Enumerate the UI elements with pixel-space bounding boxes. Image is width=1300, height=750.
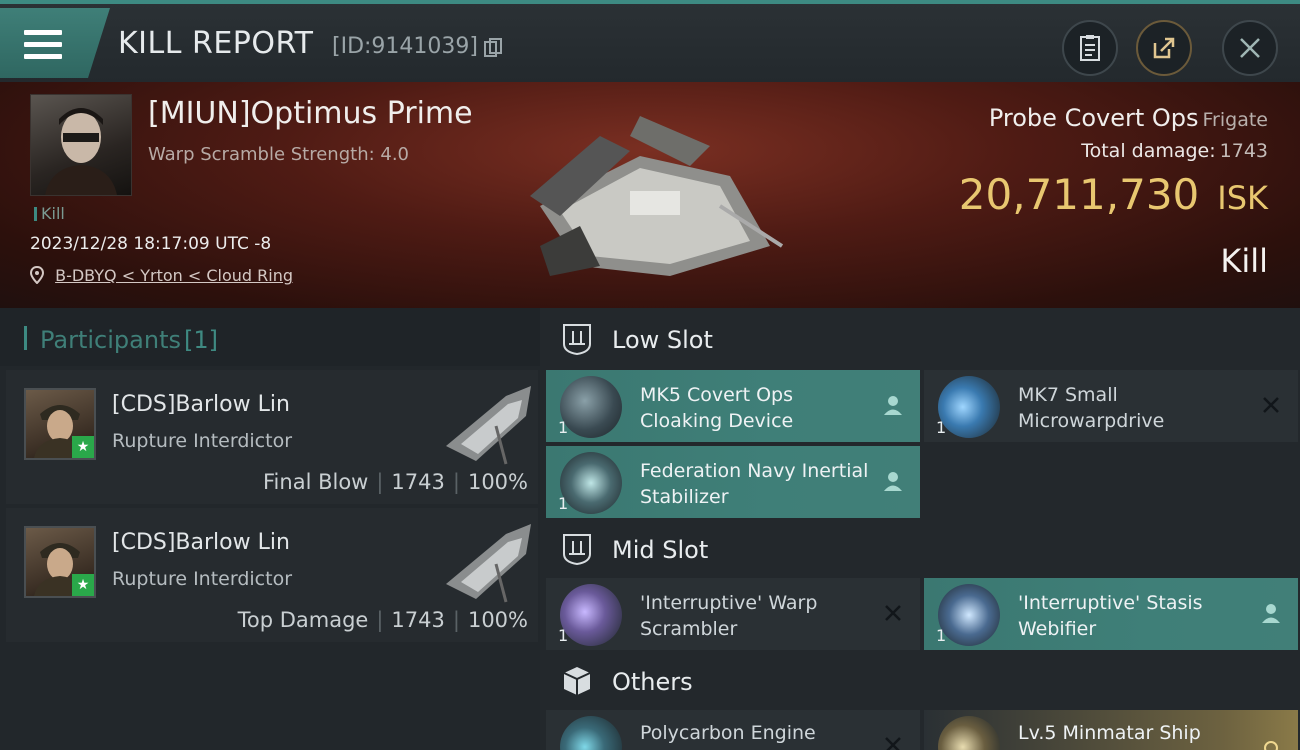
module-item[interactable]: 1 MK7 Small Microwarpdrive [924, 370, 1298, 442]
inertial-stabilizer-icon [560, 452, 622, 514]
victim-ship: Probe Covert Ops Frigate [989, 104, 1268, 132]
participants-count: [1] [184, 326, 218, 354]
module-name: Lv.5 Minmatar Ship [1018, 722, 1201, 744]
isk-unit: ISK [1217, 179, 1268, 217]
participant-name[interactable]: [CDS]Barlow Lin [112, 392, 290, 417]
others-label: Others [612, 668, 693, 696]
hamburger-icon[interactable] [24, 30, 62, 60]
person-icon [884, 472, 902, 491]
participant-percent: 100% [467, 470, 528, 494]
participants-label: Participants [40, 326, 181, 354]
module-qty: 1 [558, 418, 569, 437]
participant-row[interactable]: ★ [CDS]Barlow Lin Rupture Interdictor Fi… [6, 370, 538, 504]
location-pin-icon [29, 265, 45, 285]
ship-name: Probe Covert Ops [988, 104, 1199, 132]
result-label: Kill [1220, 242, 1268, 280]
participant-damage: 1743 [391, 608, 445, 632]
share-button[interactable] [1136, 20, 1192, 76]
participant-ship: Rupture Interdictor [112, 430, 292, 452]
module-item[interactable]: 1 MK5 Covert Ops Cloaking Device [546, 370, 920, 442]
module-item[interactable]: 1 'Interruptive' Warp Scrambler [546, 578, 920, 650]
module-item[interactable]: Lv.5 Minmatar Ship [924, 710, 1298, 750]
destroyed-x-icon [1263, 397, 1279, 413]
low-slot-header: Low Slot [540, 308, 1300, 370]
isk-value: 20,711,730 ISK [959, 170, 1268, 219]
timestamp: 2023/12/28 18:17:09 UTC -8 [30, 234, 272, 254]
module-item[interactable]: 1 Federation Navy Inertial Stabilizer [546, 446, 920, 518]
star-badge-icon: ★ [72, 436, 94, 458]
module-name: 'Interruptive' Stasis Webifier [1018, 592, 1203, 640]
mid-slot-label: Mid Slot [612, 536, 709, 564]
close-icon [1240, 38, 1260, 58]
stasis-webifier-icon [938, 584, 1000, 646]
total-damage: Total damage: 1743 [1081, 140, 1268, 162]
header-bar: KILL REPORT [ID:9141039] [0, 0, 1300, 82]
participant-ship: Rupture Interdictor [112, 568, 292, 590]
ship-class: Frigate [1202, 109, 1268, 131]
participant-ship-image [446, 386, 531, 465]
participant-ship-image [446, 524, 531, 603]
microwarpdrive-icon [938, 376, 1000, 438]
module-name: MK5 Covert Ops Cloaking Device [640, 384, 794, 432]
victim-avatar[interactable] [30, 94, 132, 196]
page-title: KILL REPORT [118, 26, 314, 61]
cube-icon [563, 667, 591, 695]
participant-row[interactable]: ★ [CDS]Barlow Lin Rupture Interdictor To… [6, 508, 538, 642]
module-name: Polycarbon Engine [640, 722, 816, 744]
close-button[interactable] [1222, 20, 1278, 76]
low-slot-label: Low Slot [612, 326, 713, 354]
location-link[interactable]: B-DBYQ < Yrton < Cloud Ring [29, 265, 293, 285]
module-item[interactable]: 1 'Interruptive' Stasis Webifier [924, 578, 1298, 650]
victim-name[interactable]: [MIUN]Optimus Prime [148, 96, 473, 131]
kill-id: [ID:9141039] [332, 34, 478, 59]
participant-name[interactable]: [CDS]Barlow Lin [112, 530, 290, 555]
destroyed-x-icon [885, 605, 901, 621]
others-header: Others [540, 650, 1300, 712]
person-icon [884, 396, 902, 415]
participant-role: Top Damage [237, 608, 369, 632]
participant-role: Final Blow [263, 470, 369, 494]
low-slot-icon [563, 324, 591, 356]
module-name: Federation Navy Inertial Stabilizer [640, 460, 869, 508]
module-qty: 1 [936, 626, 947, 645]
module-qty: 1 [558, 494, 569, 513]
victim-banner: [MIUN]Optimus Prime Warp Scramble Streng… [0, 82, 1300, 308]
module-item[interactable]: Polycarbon Engine [546, 710, 920, 750]
person-icon [1262, 604, 1280, 623]
victim-ship-image [530, 116, 784, 276]
participants-panel: Participants [1] ★ [CDS]Barlow Lin Ruptu… [0, 308, 540, 750]
warp-scrambler-icon [560, 584, 622, 646]
fitting-panel: Low Slot 1 MK5 Covert Ops Cloaking Devic… [540, 308, 1300, 750]
total-damage-value: 1743 [1219, 140, 1268, 162]
portrait-image [45, 108, 117, 195]
mid-slot-header: Mid Slot [540, 518, 1300, 580]
total-damage-label: Total damage: [1081, 140, 1216, 162]
module-name: MK7 Small Microwarpdrive [1018, 384, 1165, 432]
warp-strength: Warp Scramble Strength: 4.0 [148, 144, 410, 165]
participant-percent: 100% [467, 608, 528, 632]
mid-slot-icon [563, 534, 591, 566]
participant-damage: 1743 [391, 470, 445, 494]
module-name: 'Interruptive' Warp Scrambler [640, 592, 818, 640]
header-accent-bar [24, 326, 27, 350]
star-badge-icon: ★ [72, 574, 94, 596]
skill-book-icon [938, 716, 1000, 750]
cloaking-device-icon [560, 376, 622, 438]
module-qty: 1 [936, 418, 947, 437]
destroyed-x-icon [885, 737, 901, 750]
clipboard-icon [1080, 35, 1100, 61]
menu-button[interactable] [0, 8, 110, 78]
participant-stats: Final Blow | 1743 | 100% [263, 470, 528, 494]
participants-header: Participants [1] [0, 308, 540, 366]
copy-icon[interactable] [484, 38, 502, 58]
module-qty: 1 [558, 626, 569, 645]
location-text[interactable]: B-DBYQ < Yrton < Cloud Ring [55, 266, 293, 285]
polycarbon-engine-icon [560, 716, 622, 750]
gold-badge-icon [1264, 741, 1278, 750]
share-icon [1153, 37, 1175, 59]
clipboard-button[interactable] [1062, 20, 1118, 76]
isk-amount: 20,711,730 [958, 170, 1200, 219]
participant-stats: Top Damage | 1743 | 100% [237, 608, 528, 632]
kill-tag: Kill [34, 204, 65, 223]
